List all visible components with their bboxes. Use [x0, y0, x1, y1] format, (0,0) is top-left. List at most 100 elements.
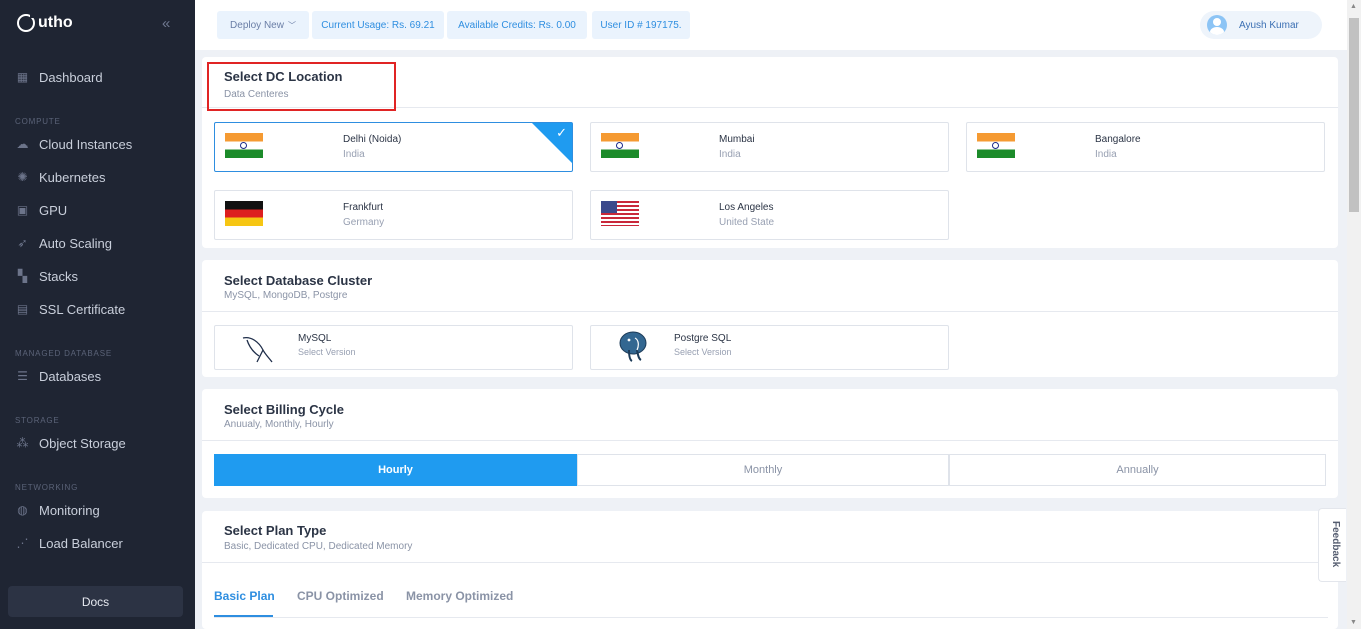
active-tab-underline — [214, 615, 273, 617]
scroll-up-icon[interactable]: ▲ — [1350, 3, 1357, 10]
dc-name: Bangalore — [1095, 134, 1141, 145]
section-managed-database: MANAGED DATABASE — [15, 349, 112, 358]
dc-name: Los Angeles — [719, 202, 774, 213]
dc-option-frankfurt[interactable]: Frankfurt Germany — [214, 190, 573, 240]
chevron-down-icon: ﹀ — [287, 20, 296, 30]
india-flag-icon — [225, 133, 263, 158]
scroll-down-icon[interactable]: ▼ — [1350, 619, 1357, 626]
section-networking: NETWORKING — [15, 483, 79, 492]
sidebar-item-monitoring[interactable]: ◍ Monitoring — [16, 503, 100, 518]
brand-logo[interactable]: utho — [17, 12, 73, 32]
dc-option-delhi[interactable]: Delhi (Noida) India ✓ — [214, 122, 573, 172]
double-chevron-left-icon[interactable]: « — [162, 15, 170, 32]
usa-flag-icon — [601, 201, 639, 226]
billing-cycle-title: Select Billing Cycle — [224, 402, 344, 417]
user-menu[interactable]: Ayush Kumar — [1200, 11, 1322, 39]
gpu-icon: ▣ — [16, 203, 29, 217]
rocket-icon: ➶ — [17, 236, 28, 250]
tab-cpu-optimized[interactable]: CPU Optimized — [297, 589, 384, 603]
dc-country: Germany — [343, 217, 385, 228]
tab-basic-plan[interactable]: Basic Plan — [214, 589, 275, 603]
billing-cycle-subtitle: Anuualy, Monthly, Hourly — [224, 419, 334, 430]
sidebar-item-label: Monitoring — [39, 503, 100, 518]
dc-country: India — [1095, 149, 1117, 160]
germany-flag-icon — [225, 201, 263, 226]
dc-country: India — [343, 149, 365, 160]
tab-memory-optimized[interactable]: Memory Optimized — [406, 589, 513, 603]
user-id-badge: User ID # 197175. — [592, 11, 690, 39]
database-icon: ☰ — [17, 369, 28, 383]
dc-name: Delhi (Noida) — [343, 134, 402, 145]
divider — [202, 440, 1338, 441]
page-scrollbar[interactable]: ▲ ▼ — [1347, 0, 1361, 629]
dc-name: Frankfurt — [343, 202, 384, 213]
sidebar-item-auto-scaling[interactable]: ➶ Auto Scaling — [16, 236, 112, 251]
sidebar-item-dashboard[interactable]: ▦ Dashboard — [16, 70, 103, 85]
sidebar-item-label: Stacks — [39, 269, 79, 284]
current-usage-badge: Current Usage: Rs. 69.21 — [312, 11, 444, 39]
sidebar-item-label: Auto Scaling — [39, 236, 112, 251]
sidebar-item-label: Load Balancer — [39, 536, 123, 551]
plan-type-subtitle: Basic, Dedicated CPU, Dedicated Memory — [224, 541, 413, 552]
sidebar-item-label: Databases — [39, 369, 102, 384]
dc-option-mumbai[interactable]: Mumbai India — [590, 122, 949, 172]
docs-button[interactable]: Docs — [8, 586, 183, 617]
sidebar-item-label: GPU — [39, 203, 68, 218]
db-option-mysql[interactable]: MySQL Select Version — [214, 325, 573, 370]
sidebar-item-object-storage[interactable]: ⁂ Object Storage — [16, 436, 126, 451]
db-version-hint: Select Version — [298, 347, 356, 357]
grid-icon: ▦ — [16, 70, 29, 84]
sidebar-item-label: Object Storage — [39, 436, 126, 451]
sidebar: utho « ▦ Dashboard COMPUTE ☁ Cloud Insta… — [0, 0, 195, 629]
cloud-icon: ☁ — [16, 137, 29, 151]
scrollbar-thumb[interactable] — [1349, 18, 1359, 212]
sidebar-item-ssl-certificate[interactable]: ▤ SSL Certificate — [16, 302, 125, 317]
globe-icon: ◍ — [17, 503, 28, 517]
avatar — [1207, 15, 1227, 35]
mysql-dolphin-icon — [242, 336, 273, 363]
dc-country: United State — [719, 217, 775, 228]
database-cluster-subtitle: MySQL, MongoDB, Postgre — [224, 290, 348, 301]
sidebar-item-databases[interactable]: ☰ Databases — [16, 369, 101, 384]
stacks-icon: ▚ — [17, 269, 28, 283]
object-storage-icon: ⁂ — [16, 436, 29, 450]
deploy-new-label: Deploy New — [230, 19, 284, 31]
dc-option-los-angeles[interactable]: Los Angeles United State — [590, 190, 949, 240]
db-version-hint: Select Version — [674, 347, 732, 357]
kubernetes-icon: ✺ — [17, 170, 28, 184]
sidebar-item-label: Kubernetes — [39, 170, 106, 185]
section-storage: STORAGE — [15, 416, 60, 425]
load-balancer-icon: ⋰ — [16, 536, 29, 550]
tabs-divider — [214, 617, 1328, 618]
user-name: Ayush Kumar — [1239, 19, 1299, 31]
postgresql-elephant-icon — [619, 331, 647, 362]
available-credits-badge: Available Credits: Rs. 0.00 — [447, 11, 587, 39]
db-name: Postgre SQL — [674, 333, 732, 344]
top-bar: Deploy New ﹀ Current Usage: Rs. 69.21 Av… — [195, 0, 1347, 50]
section-compute: COMPUTE — [15, 117, 61, 126]
db-option-postgresql[interactable]: Postgre SQL Select Version — [590, 325, 949, 370]
sidebar-item-stacks[interactable]: ▚ Stacks — [16, 269, 78, 284]
highlight-box — [207, 62, 396, 111]
billing-hourly-button[interactable]: Hourly — [214, 454, 577, 486]
checkmark-icon: ✓ — [556, 125, 567, 140]
billing-monthly-button[interactable]: Monthly — [577, 454, 949, 486]
divider — [202, 562, 1338, 563]
india-flag-icon — [977, 133, 1015, 158]
dc-country: India — [719, 149, 741, 160]
sidebar-item-gpu[interactable]: ▣ GPU — [16, 203, 67, 218]
sidebar-item-kubernetes[interactable]: ✺ Kubernetes — [16, 170, 106, 185]
sidebar-item-cloud-instances[interactable]: ☁ Cloud Instances — [16, 137, 133, 152]
feedback-label: Feedback — [1330, 521, 1341, 568]
db-name: MySQL — [298, 333, 332, 344]
dc-option-bangalore[interactable]: Bangalore India — [966, 122, 1325, 172]
dc-name: Mumbai — [719, 134, 755, 145]
sidebar-item-label: Dashboard — [39, 70, 103, 85]
logo-ring-icon — [17, 12, 36, 32]
deploy-new-dropdown[interactable]: Deploy New ﹀ — [217, 11, 309, 39]
feedback-button[interactable]: Feedback — [1318, 508, 1346, 582]
divider — [202, 311, 1338, 312]
brand-name: utho — [38, 14, 73, 31]
billing-annually-button[interactable]: Annually — [949, 454, 1326, 486]
sidebar-item-load-balancer[interactable]: ⋰ Load Balancer — [16, 536, 123, 551]
